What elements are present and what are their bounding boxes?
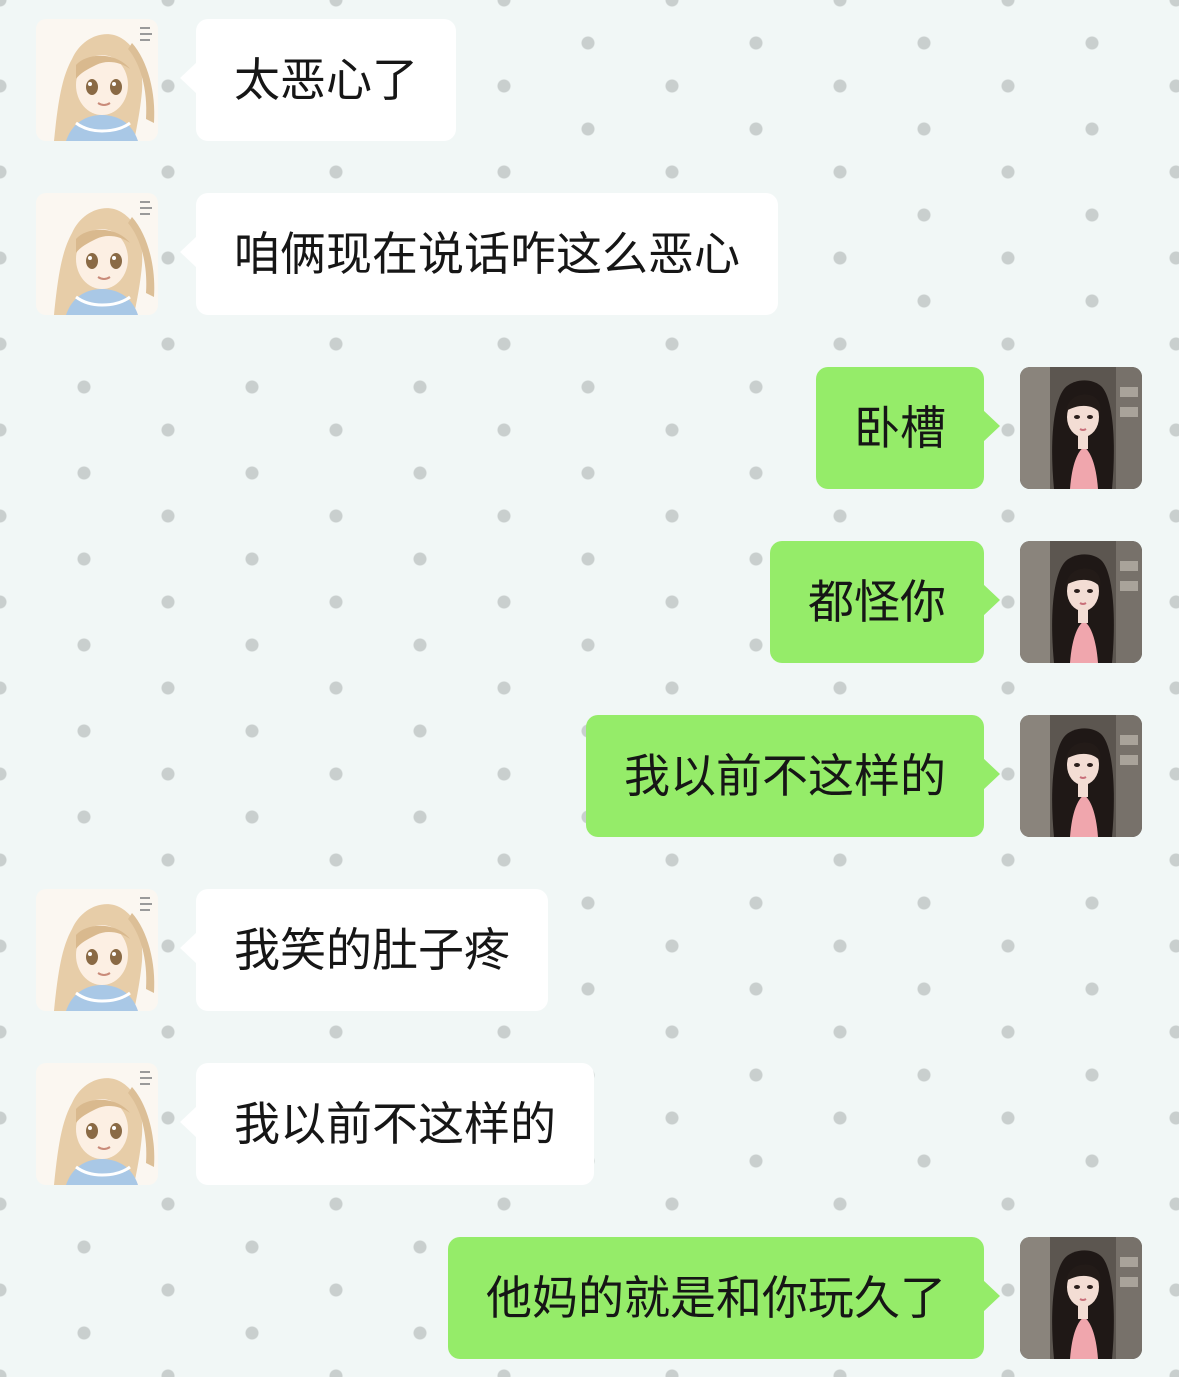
message-row: 他妈的就是和你玩久了 xyxy=(0,1237,1179,1359)
bubble-tail xyxy=(983,410,1000,442)
bubble-tail xyxy=(983,584,1000,616)
bubble-tail xyxy=(983,1280,1000,1312)
self-avatar[interactable] xyxy=(1020,367,1142,489)
message-row: 我笑的肚子疼 xyxy=(0,889,1179,1011)
self-avatar[interactable] xyxy=(1020,715,1142,837)
bubble-tail xyxy=(180,1106,197,1138)
outgoing-message-bubble[interactable]: 卧槽 xyxy=(816,367,984,489)
message-row: 都怪你 xyxy=(0,541,1179,663)
bubble-tail xyxy=(180,932,197,964)
contact-avatar[interactable] xyxy=(36,19,158,141)
self-avatar[interactable] xyxy=(1020,541,1142,663)
bubble-tail xyxy=(180,62,197,94)
message-row: 太恶心了 xyxy=(0,19,1179,141)
outgoing-message-bubble[interactable]: 我以前不这样的 xyxy=(586,715,984,837)
outgoing-message-bubble[interactable]: 都怪你 xyxy=(770,541,984,663)
incoming-message-bubble[interactable]: 我笑的肚子疼 xyxy=(196,889,548,1011)
incoming-message-bubble[interactable]: 太恶心了 xyxy=(196,19,456,141)
contact-avatar[interactable] xyxy=(36,1063,158,1185)
chat-area[interactable]: 太恶心了 咱俩现在说话咋这么恶心 卧槽 都怪你 我以前不这样的 我笑的肚子疼 我… xyxy=(0,0,1179,1377)
message-row: 我以前不这样的 xyxy=(0,1063,1179,1185)
bubble-tail xyxy=(983,758,1000,790)
contact-avatar[interactable] xyxy=(36,889,158,1011)
incoming-message-bubble[interactable]: 我以前不这样的 xyxy=(196,1063,594,1185)
contact-avatar[interactable] xyxy=(36,193,158,315)
incoming-message-bubble[interactable]: 咱俩现在说话咋这么恶心 xyxy=(196,193,778,315)
outgoing-message-bubble[interactable]: 他妈的就是和你玩久了 xyxy=(448,1237,984,1359)
self-avatar[interactable] xyxy=(1020,1237,1142,1359)
message-row: 卧槽 xyxy=(0,367,1179,489)
bubble-tail xyxy=(180,236,197,268)
message-row: 我以前不这样的 xyxy=(0,715,1179,837)
message-row: 咱俩现在说话咋这么恶心 xyxy=(0,193,1179,315)
